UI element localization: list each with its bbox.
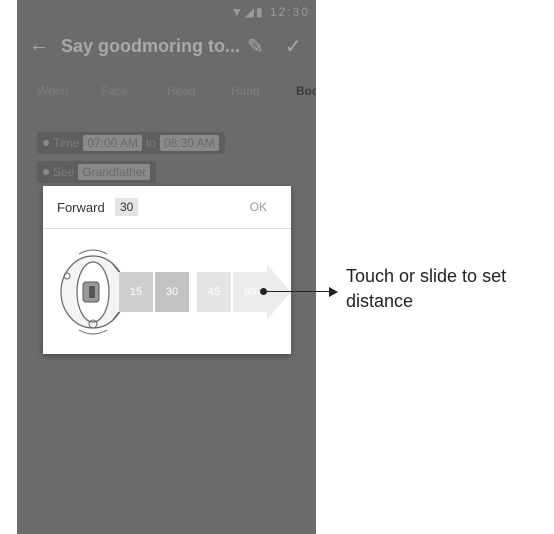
tab-hand[interactable]: Hand — [231, 84, 260, 98]
tab-head[interactable]: Head — [167, 84, 196, 98]
distance-segment-30[interactable]: 30 — [155, 272, 189, 312]
time-label: Time — [53, 136, 80, 150]
arrow-head-icon — [267, 264, 291, 320]
start-time[interactable]: 07:00 AM — [83, 135, 142, 151]
pencil-icon[interactable]: ✎ — [247, 34, 264, 59]
status-icons: ▼◢▮ 12:30 — [230, 5, 310, 19]
see-label: See — [53, 165, 75, 179]
time-condition[interactable]: Time 07:00 AM to 08:30 AM — [37, 132, 225, 154]
distance-value: 30 — [115, 198, 139, 216]
callout-arrow-icon — [329, 287, 338, 297]
callout-line — [264, 291, 332, 292]
bullet-icon — [43, 169, 49, 175]
status-bar: ▼◢▮ 12:30 — [17, 0, 316, 24]
tab-bar: When Face Head Hand Bod — [17, 78, 316, 108]
time-connector: to — [145, 136, 156, 150]
distance-segment-15[interactable]: 15 — [119, 272, 153, 312]
see-value[interactable]: Grandfather — [78, 164, 151, 180]
status-time: 12:30 — [269, 5, 310, 19]
distance-dialog: Forward 30 OK 15 30 45 60 — [43, 186, 291, 354]
dialog-header: Forward 30 OK — [43, 186, 291, 229]
ok-button[interactable]: OK — [250, 200, 267, 214]
end-time[interactable]: 08:30 AM — [159, 135, 219, 151]
app-bar: ← Say goodmoring to... ✎ ✓ — [17, 24, 316, 72]
distance-segment-45[interactable]: 45 — [197, 272, 231, 312]
check-icon[interactable]: ✓ — [285, 34, 302, 59]
callout-text: Touch or slide to set distance — [346, 266, 507, 311]
tab-face[interactable]: Face — [101, 84, 128, 98]
tab-when[interactable]: When — [37, 84, 68, 98]
back-arrow-icon[interactable]: ← — [29, 34, 49, 57]
see-condition[interactable]: See Grandfather — [37, 161, 157, 183]
dialog-label: Forward — [57, 200, 105, 215]
bullet-icon — [43, 140, 49, 146]
page-title: Say goodmoring to... — [61, 36, 240, 56]
tab-body[interactable]: Bod — [296, 84, 316, 98]
